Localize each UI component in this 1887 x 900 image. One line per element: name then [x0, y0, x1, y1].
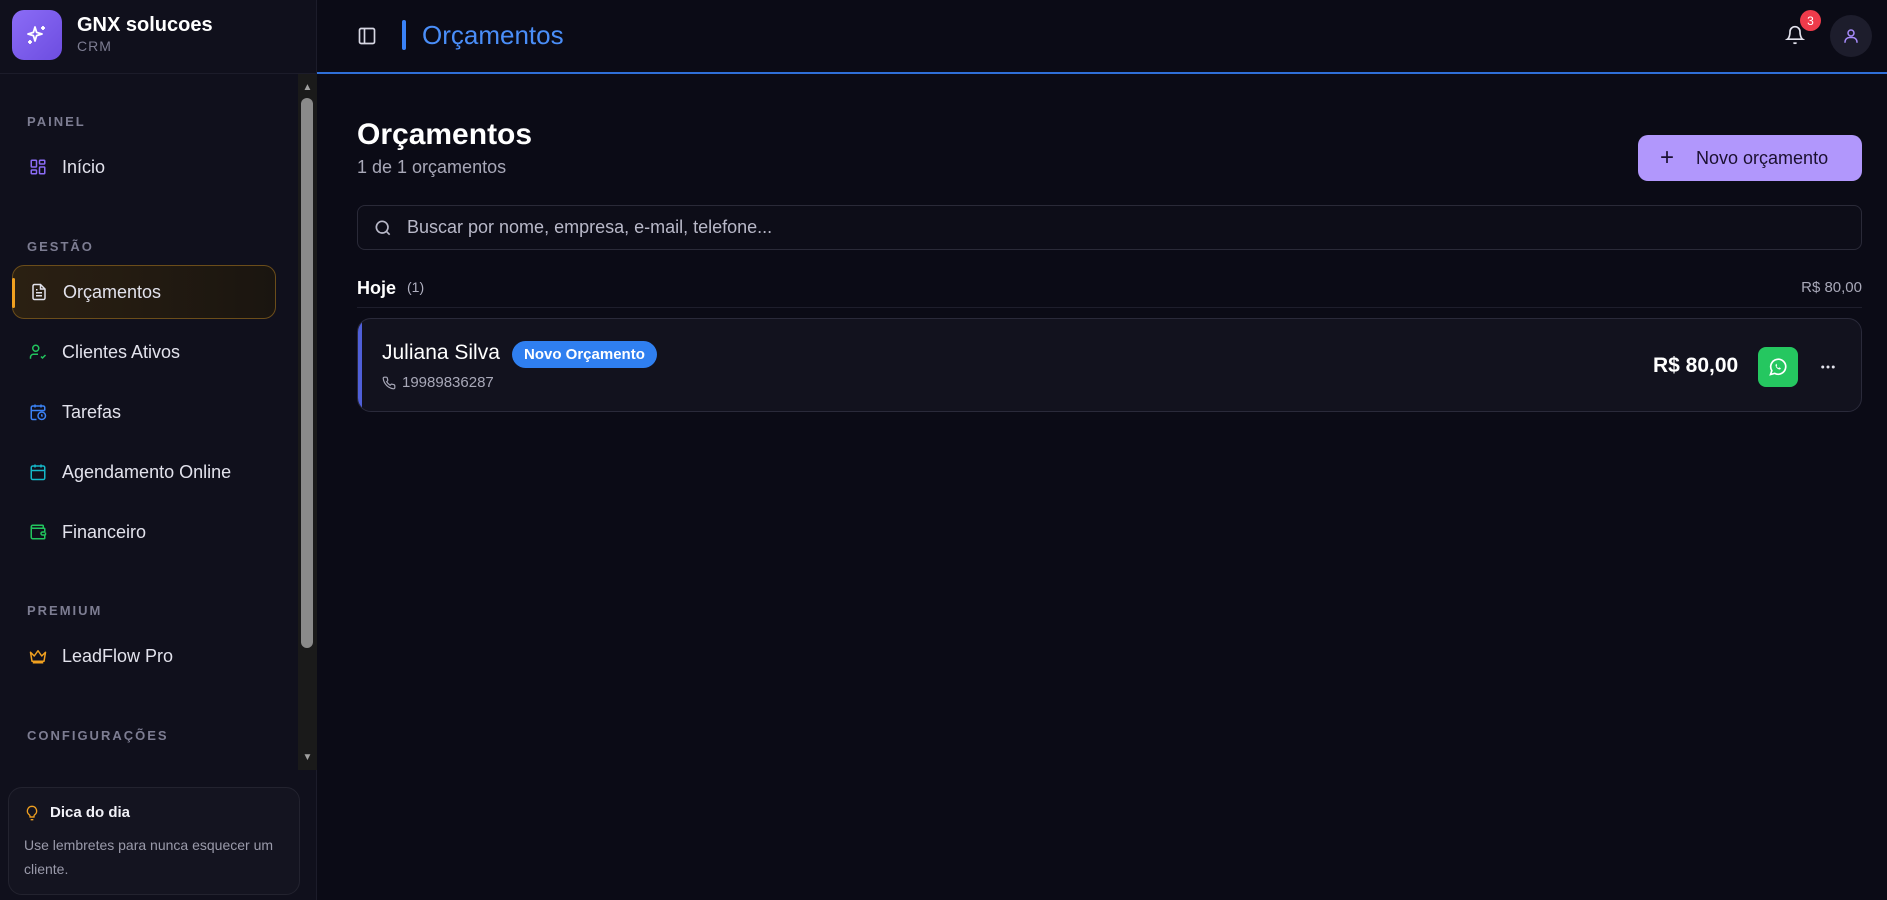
section-label-painel: PAINEL — [27, 114, 86, 129]
app-root: GNX solucoes CRM PAINEL Início GESTÃO Or… — [0, 0, 1887, 900]
tip-of-the-day: Dica do dia Use lembretes para nunca esq… — [8, 787, 300, 895]
phone-icon — [382, 376, 396, 390]
sidebar-item-tarefas[interactable]: Tarefas — [12, 385, 276, 439]
whatsapp-button[interactable] — [1758, 347, 1798, 387]
scroll-up-arrow-icon[interactable]: ▲ — [298, 78, 317, 96]
section-label-premium: PREMIUM — [27, 603, 103, 618]
sidebar-scrollbar[interactable]: ▲ ▼ — [298, 74, 317, 770]
group-header[interactable]: Hoje (1) R$ 80,00 — [357, 274, 1862, 308]
sidebar-nav: PAINEL Início GESTÃO Orçamentos Clientes… — [0, 74, 297, 770]
sidebar-item-label: Orçamentos — [63, 281, 162, 302]
brand-header[interactable]: GNX solucoes CRM — [0, 0, 317, 74]
user-icon — [1844, 29, 1858, 43]
tip-text: Use lembretes para nunca esquecer um cli… — [24, 837, 274, 877]
document-icon — [29, 282, 49, 302]
sidebar-item-label: Início — [62, 156, 106, 177]
results-count: 1 de 1 orçamentos — [357, 157, 507, 177]
scroll-down-arrow-icon[interactable]: ▼ — [298, 748, 317, 766]
sidebar-item-orcamentos[interactable]: Orçamentos — [12, 265, 276, 319]
calendar-icon — [28, 462, 48, 482]
status-badge: Novo Orçamento — [512, 341, 657, 368]
phone-number: 19989836287 — [402, 374, 494, 391]
scrollbar-thumb[interactable] — [301, 98, 313, 648]
section-label-configuracoes: CONFIGURAÇÕES — [27, 728, 169, 743]
new-budget-label: Novo orçamento — [1696, 147, 1829, 168]
lightbulb-icon — [24, 805, 40, 821]
group-name: Hoje — [357, 278, 397, 298]
user-avatar[interactable] — [1830, 15, 1872, 57]
sidebar-item-label: Tarefas — [62, 401, 122, 422]
whatsapp-icon — [1769, 358, 1787, 376]
new-budget-button[interactable]: + Novo orçamento — [1638, 135, 1862, 181]
sidebar-item-agendamento-online[interactable]: Agendamento Online — [12, 445, 276, 499]
sidebar-item-leadflow-pro[interactable]: LeadFlow Pro — [12, 629, 276, 683]
client-name: Juliana Silva — [382, 341, 500, 364]
top-header: Orçamentos 3 — [317, 0, 1887, 74]
crown-icon — [28, 646, 48, 666]
brand-subtitle: CRM — [77, 38, 112, 54]
sidebar-item-label: Clientes Ativos — [62, 341, 181, 362]
budget-card[interactable]: Juliana Silva Novo Orçamento 19989836287… — [357, 318, 1862, 412]
sidebar-item-label: Agendamento Online — [62, 461, 232, 482]
sidebar-item-label: Financeiro — [62, 521, 147, 542]
sidebar-item-clientes-ativos[interactable]: Clientes Ativos — [12, 325, 276, 379]
plus-icon: + — [1660, 144, 1675, 171]
sidebar: GNX solucoes CRM PAINEL Início GESTÃO Or… — [0, 0, 317, 900]
calendar-clock-icon — [28, 402, 48, 422]
sidebar-toggle-icon[interactable] — [355, 24, 379, 48]
notification-badge: 3 — [1800, 10, 1821, 31]
main-title: Orçamentos — [357, 118, 533, 151]
title-accent-bar — [402, 20, 406, 50]
more-options-icon[interactable] — [1813, 352, 1843, 382]
sidebar-item-inicio[interactable]: Início — [12, 140, 276, 194]
user-check-icon — [28, 342, 48, 362]
brand-name: GNX solucoes — [77, 14, 213, 36]
wallet-icon — [28, 522, 48, 542]
budget-amount: R$ 80,00 — [1653, 354, 1739, 377]
client-phone: 19989836287 — [382, 374, 494, 391]
sidebar-item-label: LeadFlow Pro — [62, 645, 174, 666]
dashboard-icon — [28, 157, 48, 177]
section-label-gestao: GESTÃO — [27, 239, 94, 254]
sparkles-icon — [12, 10, 62, 60]
search-box[interactable] — [357, 205, 1862, 250]
sidebar-item-financeiro[interactable]: Financeiro — [12, 505, 276, 559]
group-count: (1) — [407, 279, 425, 295]
group-total: R$ 80,00 — [1801, 279, 1862, 296]
page-title: Orçamentos — [422, 20, 564, 50]
tip-title: Dica do dia — [50, 804, 131, 821]
search-input[interactable] — [407, 217, 1861, 238]
search-icon — [373, 218, 393, 238]
